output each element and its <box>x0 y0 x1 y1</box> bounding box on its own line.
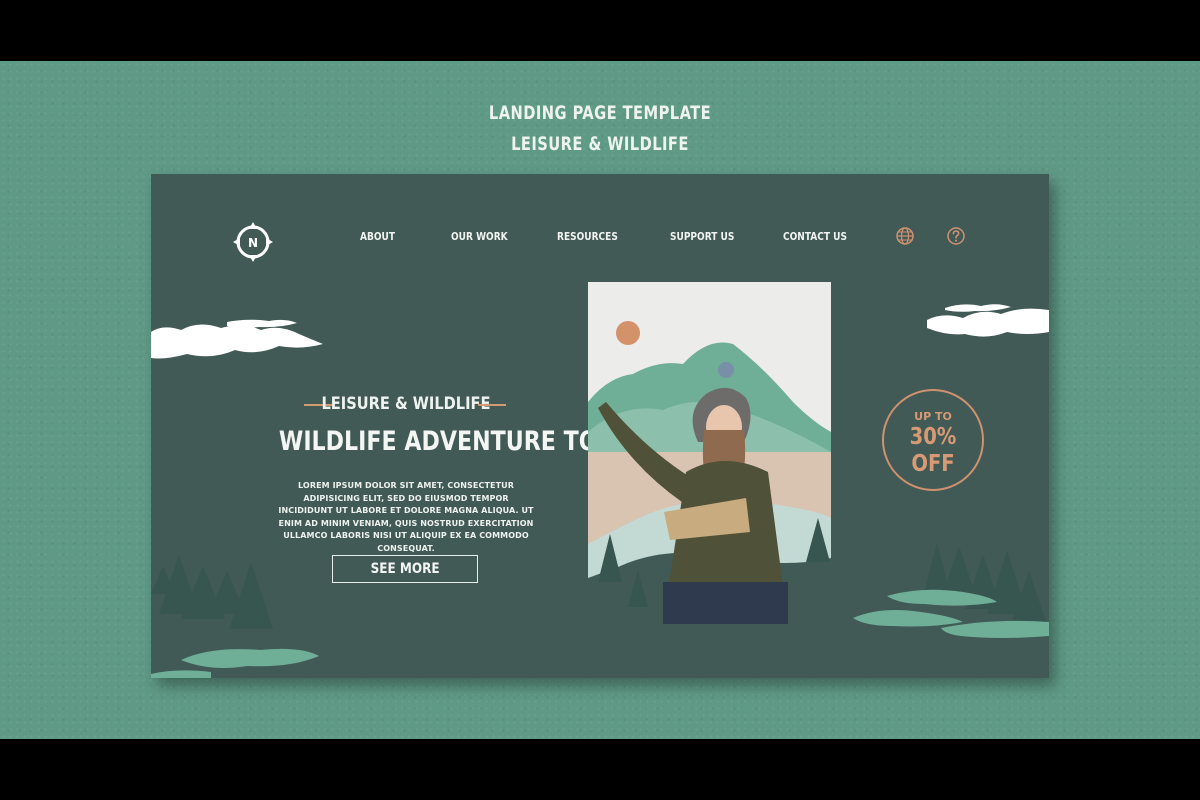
landing-page-mockup: N ABOUT OUR WORK RESOURCES SUPPORT US CO… <box>151 174 1049 678</box>
discount-suffix: OFF <box>911 451 955 477</box>
nav-resources[interactable]: RESOURCES <box>557 230 618 243</box>
globe-icon[interactable] <box>895 226 915 246</box>
template-subheading: LEISURE & WILDLIFE <box>511 133 689 155</box>
hero-title: WILDLIFE ADVENTURE TOUR <box>278 426 633 457</box>
discount-badge: UP TO 30% OFF <box>882 389 984 491</box>
hero-eyebrow: LEISURE & WILDLIFE <box>321 394 491 414</box>
nav-support-us[interactable]: SUPPORT US <box>670 230 734 243</box>
nav-contact-us[interactable]: CONTACT US <box>783 230 847 243</box>
template-heading: LANDING PAGE TEMPLATE <box>488 102 712 124</box>
letterbox-top <box>0 0 1200 61</box>
sun-shape <box>616 321 640 345</box>
cloud-right <box>927 304 1049 337</box>
see-more-button[interactable]: SEE MORE <box>332 555 478 583</box>
hero-photo <box>588 321 831 624</box>
discount-value: 30% <box>909 424 957 450</box>
hero-body: LOREM IPSUM DOLOR SIT AMET, CONSECTETUR … <box>278 481 534 553</box>
jeans-shape <box>663 582 788 624</box>
help-icon[interactable] <box>946 226 966 246</box>
nav-our-work[interactable]: OUR WORK <box>451 230 508 243</box>
water-right <box>853 589 1049 638</box>
water-left <box>151 648 319 678</box>
see-more-label: SEE MORE <box>370 561 440 577</box>
eyebrow-rule-right <box>478 404 506 406</box>
nav-about[interactable]: ABOUT <box>360 230 395 243</box>
forest-left <box>151 554 273 629</box>
forest-right <box>921 542 1047 624</box>
cloud-left <box>151 319 323 359</box>
hat-pompom <box>718 362 734 378</box>
hero-photo-card <box>588 282 831 624</box>
letterbox-bottom <box>0 739 1200 800</box>
discount-prefix: UP TO <box>914 410 952 423</box>
